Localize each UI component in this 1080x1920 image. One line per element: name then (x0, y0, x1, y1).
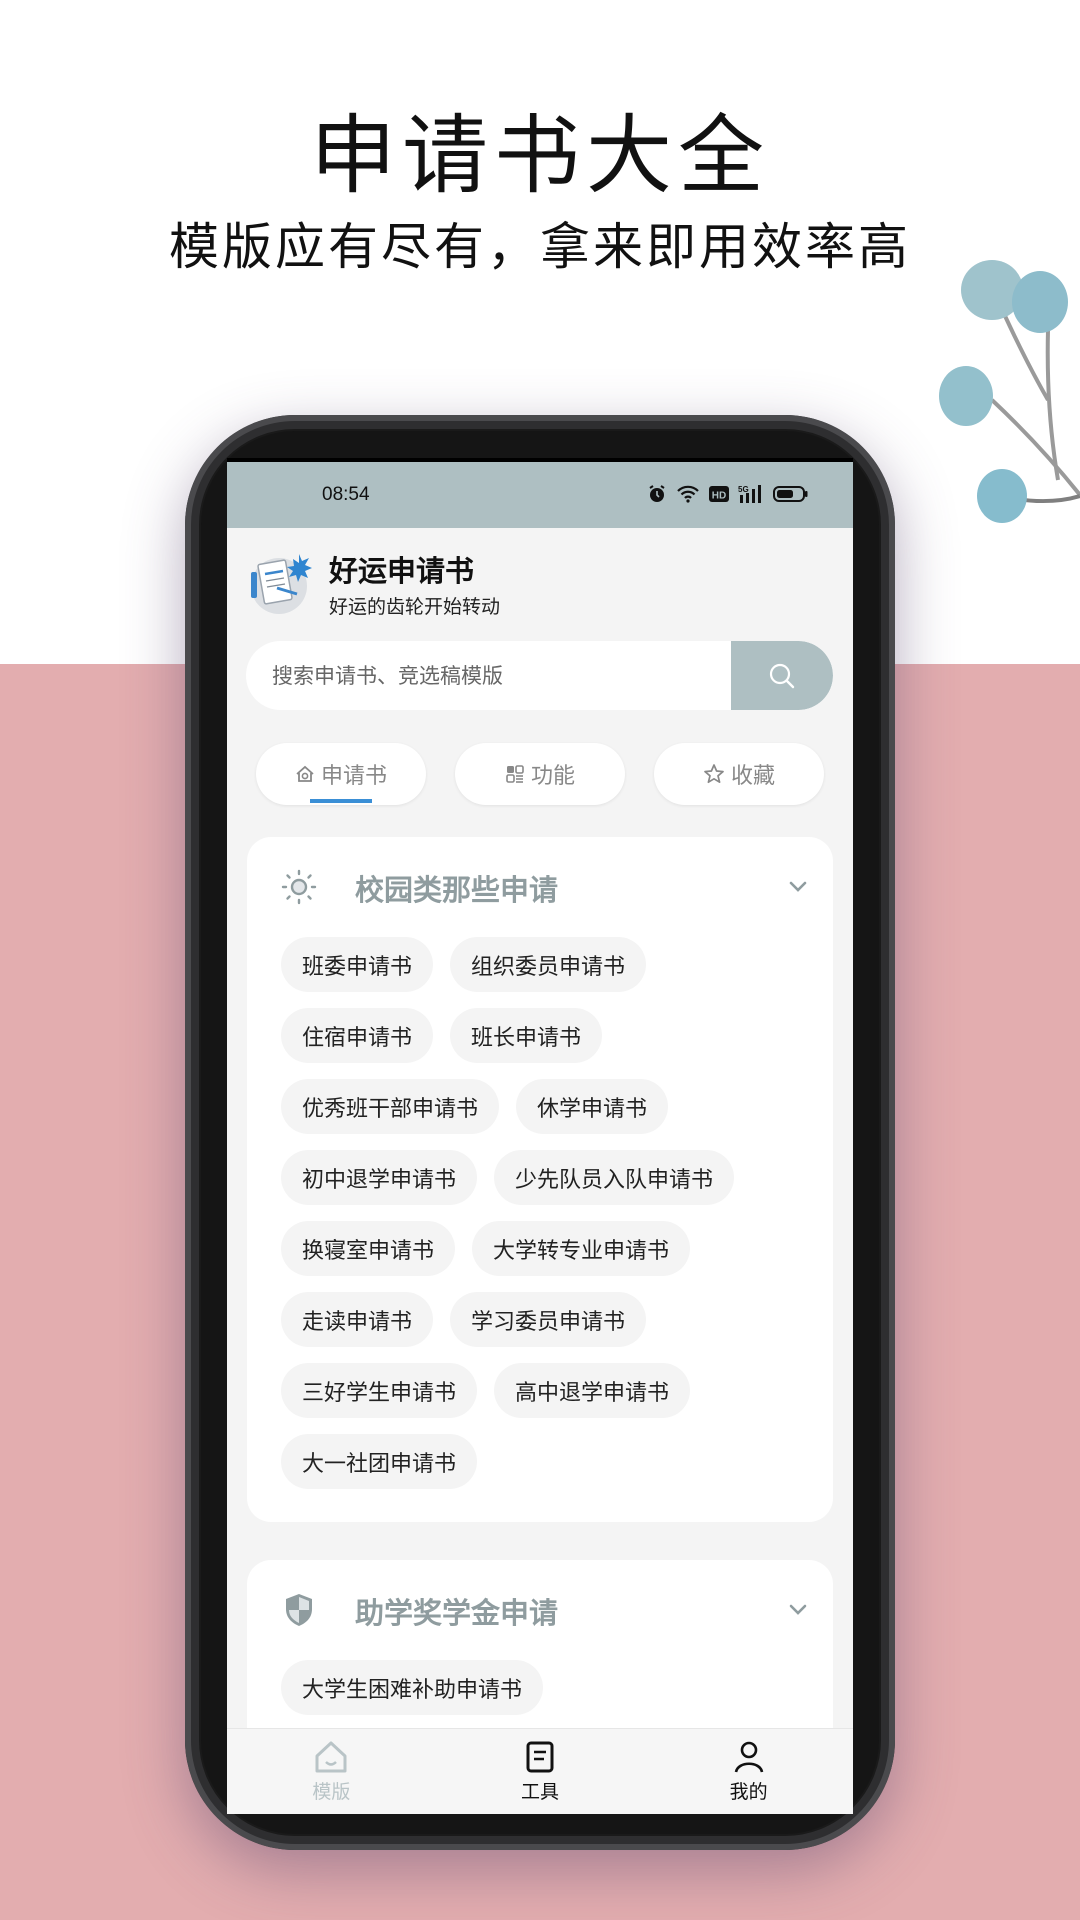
nav-label: 工具 (521, 1781, 560, 1803)
template-tag[interactable]: 高中退学申请书 (494, 1363, 691, 1418)
branch-decoration-icon (939, 260, 1080, 523)
section-header[interactable]: 校园类那些申请 (247, 837, 833, 937)
app-slogan: 好运的齿轮开始转动 (329, 596, 501, 618)
template-tag[interactable]: 休学申请书 (516, 1079, 669, 1134)
shield-icon (286, 1594, 312, 1626)
section-title: 校园类那些申请 (355, 873, 559, 907)
status-bar: 08:54 HD 5G (227, 462, 853, 528)
template-tag[interactable]: 组织委员申请书 (450, 937, 647, 992)
user-icon (734, 1741, 763, 1773)
promo-subtitle: 模版应有尽有，拿来即用效率高 (169, 218, 911, 276)
tab-label: 收藏 (730, 764, 775, 789)
template-tag[interactable]: 班委申请书 (281, 937, 434, 992)
template-list: 班委申请书 组织委员申请书 住宿申请书 班长申请书优秀班干部申请书 休学申请书 初中退学申… (247, 937, 833, 1489)
search-input[interactable] (246, 641, 718, 710)
search-bar (246, 641, 833, 710)
template-tag[interactable]: 大学生困难补助申请书 (281, 1660, 544, 1715)
nav-templates[interactable]: 模版 (227, 1729, 436, 1814)
hd-icon: HD (709, 485, 729, 503)
template-tag[interactable]: 三好学生申请书 (281, 1363, 478, 1418)
nav-profile[interactable]: 我的 (644, 1729, 853, 1814)
template-tag[interactable]: 少先队员入队申请书 (494, 1150, 735, 1205)
template-tag[interactable]: 班长申请书 (450, 1008, 603, 1063)
notepad-icon (526, 1741, 554, 1773)
app-logo-icon (251, 554, 312, 614)
tab-favorites[interactable]: 收藏 (654, 743, 824, 805)
template-tag[interactable]: 走读申请书 (281, 1292, 434, 1347)
wifi-icon (676, 484, 700, 504)
app-name: 好运申请书 (329, 554, 475, 588)
home-icon (315, 1741, 347, 1773)
template-tag[interactable]: 学习委员申请书 (450, 1292, 647, 1347)
sun-icon (281, 869, 317, 905)
nav-label: 模版 (312, 1781, 351, 1803)
tab-applications[interactable]: 申请书 (256, 743, 426, 805)
template-list: 大学生困难补助申请书 (247, 1660, 833, 1715)
active-tab-indicator (310, 799, 372, 803)
svg-text:5G: 5G (738, 485, 749, 494)
tab-label: 申请书 (320, 764, 387, 789)
section-card-campus: 校园类那些申请 班委申请书 组织委员申请书 住宿申请书 班长申请书优秀班干部申请书 休学… (247, 837, 833, 1522)
nav-label: 我的 (729, 1781, 768, 1803)
tab-label: 功能 (530, 764, 575, 789)
battery-icon (773, 485, 809, 503)
svg-text:HD: HD (712, 491, 726, 502)
template-tag[interactable]: 大学转专业申请书 (472, 1221, 691, 1276)
promo-title: 申请书大全 (310, 106, 770, 206)
home-icon (296, 765, 314, 782)
template-tag[interactable]: 换寝室申请书 (281, 1221, 456, 1276)
star-icon (704, 764, 724, 784)
5g-signal-icon: 5G (738, 484, 764, 504)
nav-tools[interactable]: 工具 (436, 1729, 645, 1814)
grid-icon (506, 765, 524, 783)
section-title: 助学奖学金申请 (355, 1596, 559, 1630)
section-header[interactable]: 助学奖学金申请 (247, 1560, 833, 1660)
search-icon (769, 663, 795, 688)
bottom-navigation: 模版 工具 我的 (227, 1728, 853, 1814)
category-tabs: 申请书 功能 收藏 (256, 743, 824, 805)
template-tag[interactable]: 优秀班干部申请书 (281, 1079, 500, 1134)
template-tag[interactable]: 住宿申请书 (281, 1008, 434, 1063)
app-header: 好运申请书 好运的齿轮开始转动 (227, 528, 853, 638)
tab-functions[interactable]: 功能 (455, 743, 625, 805)
chevron-down-icon[interactable] (787, 1598, 809, 1620)
phone-screen: 08:54 HD 5G 好运申请书 好运的齿轮开始转动 搜索申请书、竞选稿模版 … (227, 458, 853, 1814)
template-tag[interactable]: 初中退学申请书 (281, 1150, 478, 1205)
template-tag[interactable]: 大一社团申请书 (281, 1434, 478, 1489)
status-time: 08:54 (322, 484, 370, 505)
alarm-icon (647, 484, 667, 504)
search-button[interactable] (731, 641, 833, 710)
chevron-down-icon[interactable] (787, 875, 809, 897)
